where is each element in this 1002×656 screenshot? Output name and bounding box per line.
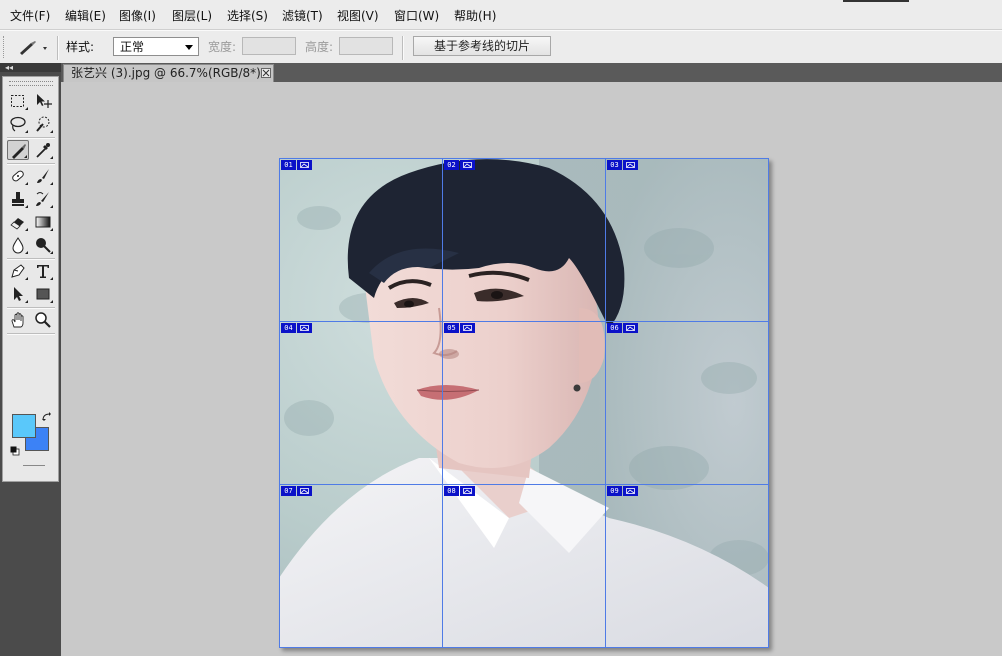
- eyedropper-tool[interactable]: [32, 140, 54, 160]
- quick-mask-toggle[interactable]: [23, 465, 45, 468]
- menu-filter[interactable]: 滤镜(T): [282, 0, 323, 29]
- close-icon[interactable]: [261, 68, 271, 78]
- menu-select[interactable]: 选择(S): [227, 0, 268, 29]
- chevron-down-icon: [185, 45, 193, 50]
- quick-select-tool[interactable]: [32, 114, 54, 134]
- image-slice-icon: [297, 323, 312, 333]
- image-slice-icon: [297, 486, 312, 496]
- window-edge-line: [843, 0, 909, 2]
- zoom-icon: [35, 312, 51, 328]
- style-select-value: 正常: [120, 40, 145, 54]
- path-select-tool[interactable]: [7, 284, 29, 304]
- image-slice-icon: [623, 486, 638, 496]
- options-grip[interactable]: [3, 36, 8, 58]
- menu-image[interactable]: 图像(I): [119, 0, 156, 29]
- portrait-photo: [279, 158, 769, 648]
- brush-tool[interactable]: [32, 166, 54, 186]
- image-slice-icon: [623, 323, 638, 333]
- menu-window[interactable]: 窗口(W): [394, 0, 439, 29]
- width-label: 宽度:: [208, 40, 237, 54]
- slice-number: 02: [444, 160, 459, 170]
- image-slice-icon: [460, 323, 475, 333]
- hand-icon: [11, 312, 24, 328]
- dodge-tool[interactable]: [32, 235, 54, 255]
- menu-file[interactable]: 文件(F): [10, 0, 50, 29]
- image-slice-icon: [460, 486, 475, 496]
- toolbox-separator: [7, 163, 55, 165]
- slice-number: 08: [444, 486, 459, 496]
- eraser-tool[interactable]: [7, 212, 29, 232]
- document-image[interactable]: [279, 158, 769, 648]
- default-colors-icon[interactable]: [10, 445, 20, 456]
- move-tool[interactable]: [32, 91, 54, 111]
- hand-tool[interactable]: [7, 310, 29, 330]
- height-label: 高度:: [305, 40, 334, 54]
- zoom-tool[interactable]: [32, 310, 54, 330]
- menu-help[interactable]: 帮助(H): [454, 0, 496, 29]
- canvas-area[interactable]: 01 02 03 04 05 06 07 08 09: [61, 82, 1002, 656]
- image-slice-icon: [460, 160, 475, 170]
- document-tab[interactable]: 张艺兴 (3).jpg @ 66.7%(RGB/8*) *: [63, 64, 274, 82]
- style-select[interactable]: 正常: [113, 37, 199, 56]
- menu-edit[interactable]: 编辑(E): [65, 0, 106, 29]
- healing-brush-tool[interactable]: [7, 166, 29, 186]
- slice-number: 05: [444, 323, 459, 333]
- toolbox-separator: [7, 137, 55, 139]
- slice-tool[interactable]: [7, 140, 29, 160]
- move-icon: [37, 94, 52, 108]
- lasso-tool[interactable]: [7, 114, 29, 134]
- clone-stamp-tool[interactable]: [7, 189, 29, 209]
- history-brush-tool[interactable]: [32, 189, 54, 209]
- menu-view[interactable]: 视图(V): [337, 0, 379, 29]
- height-input: [339, 37, 393, 55]
- slice-number: 03: [607, 160, 622, 170]
- toolbox-separator: [7, 258, 55, 260]
- pen-tool[interactable]: [7, 261, 29, 281]
- options-separator: [402, 36, 404, 60]
- document-tab-title: 张艺兴 (3).jpg @ 66.7%(RGB/8*) *: [71, 66, 271, 80]
- toolbox-separator: [7, 333, 55, 335]
- slice-icon: [20, 41, 47, 55]
- slice-number: 09: [607, 486, 622, 496]
- toolbox-separator: [7, 307, 55, 309]
- blur-tool[interactable]: [7, 235, 29, 255]
- style-label: 样式:: [66, 40, 95, 54]
- slice-number: 01: [281, 160, 296, 170]
- rectangle-shape-tool[interactable]: [32, 284, 54, 304]
- type-tool[interactable]: [32, 261, 54, 281]
- foreground-color-swatch[interactable]: [12, 414, 36, 438]
- rect-marquee-tool[interactable]: [7, 91, 29, 111]
- menu-bar: 文件(F) 编辑(E) 图像(I) 图层(L) 选择(S) 滤镜(T) 视图(V…: [0, 0, 1002, 30]
- menu-layer[interactable]: 图层(L): [172, 0, 212, 29]
- slices-from-guides-button[interactable]: 基于参考线的切片: [413, 36, 551, 56]
- options-bar: 样式: 正常 宽度: 高度: 基于参考线的切片: [0, 30, 1002, 63]
- image-slice-icon: [297, 160, 312, 170]
- width-input: [242, 37, 296, 55]
- collapse-icon[interactable]: ◂◂: [5, 63, 13, 72]
- slice-number: 06: [607, 323, 622, 333]
- swap-colors-icon[interactable]: [41, 411, 53, 423]
- document-tab-bar: 张艺兴 (3).jpg @ 66.7%(RGB/8*) *: [61, 63, 1002, 82]
- options-separator: [57, 36, 59, 60]
- toolbox: [0, 72, 61, 656]
- toolbox-grip[interactable]: [9, 81, 53, 86]
- toolbox-header[interactable]: ◂◂: [0, 63, 61, 72]
- gradient-tool[interactable]: [32, 212, 54, 232]
- slice-number: 04: [281, 323, 296, 333]
- slice-number: 07: [281, 486, 296, 496]
- tools-panel: [2, 76, 59, 482]
- image-slice-icon: [623, 160, 638, 170]
- tool-preset-picker[interactable]: [14, 38, 50, 58]
